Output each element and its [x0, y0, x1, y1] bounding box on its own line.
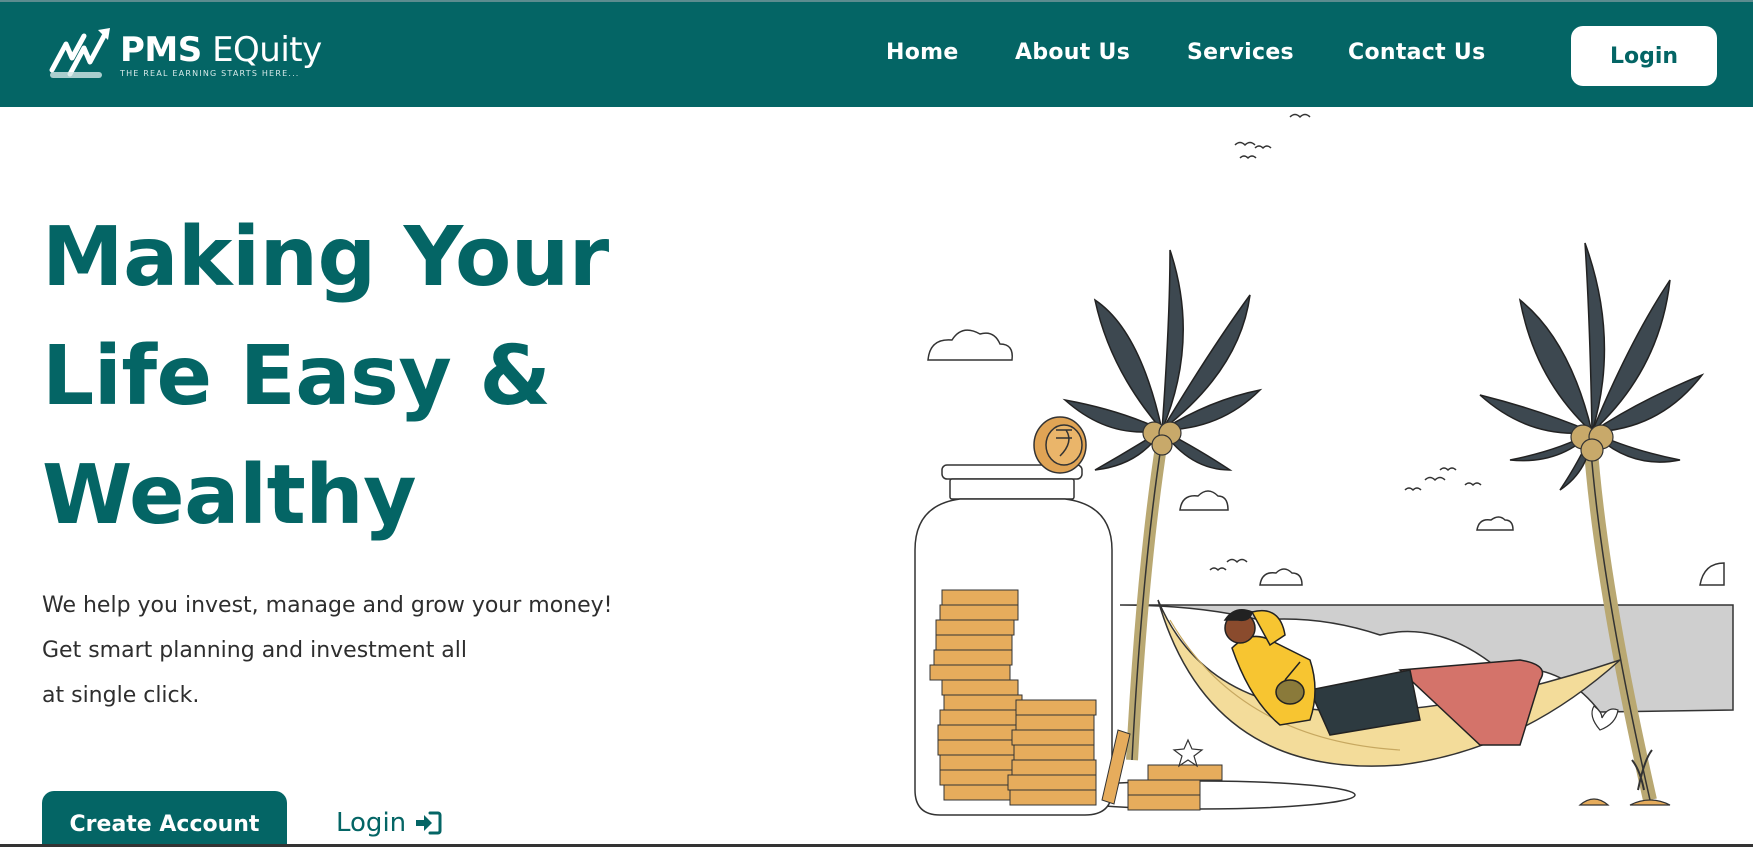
- nav-login-button[interactable]: Login: [1571, 26, 1717, 86]
- piggy-jar-illustration: [914, 113, 1734, 816]
- hero-description-line-2: Get smart planning and investment all: [42, 638, 468, 663]
- hero-title-line-3: Wealthy: [42, 448, 417, 543]
- nav-contact-us[interactable]: Contact Us: [1348, 40, 1485, 65]
- nav-services[interactable]: Services: [1187, 40, 1294, 65]
- hero-description-line-1: We help you invest, manage and grow your…: [42, 593, 613, 618]
- main-nav: Home About Us Services Contact Us: [0, 40, 1753, 72]
- nav-about-us[interactable]: About Us: [1015, 40, 1130, 65]
- nav-home[interactable]: Home: [886, 40, 959, 65]
- hero-title-line-2: Life Easy &: [42, 329, 551, 424]
- hero-description-line-3: at single click.: [42, 683, 200, 708]
- hero-title-line-1: Making Your: [42, 210, 609, 305]
- create-account-button[interactable]: Create Account: [42, 791, 287, 847]
- hero-login-label: Login: [336, 808, 407, 838]
- hero-title: Making Your Life Easy & Wealthy: [42, 198, 762, 555]
- navbar: PMS EQuity THE REAL EARNING STARTS HERE.…: [0, 0, 1753, 107]
- hero-description: We help you invest, manage and grow your…: [42, 583, 613, 718]
- sign-in-arrow-icon: [416, 811, 442, 835]
- hero-login-link[interactable]: Login: [336, 808, 442, 838]
